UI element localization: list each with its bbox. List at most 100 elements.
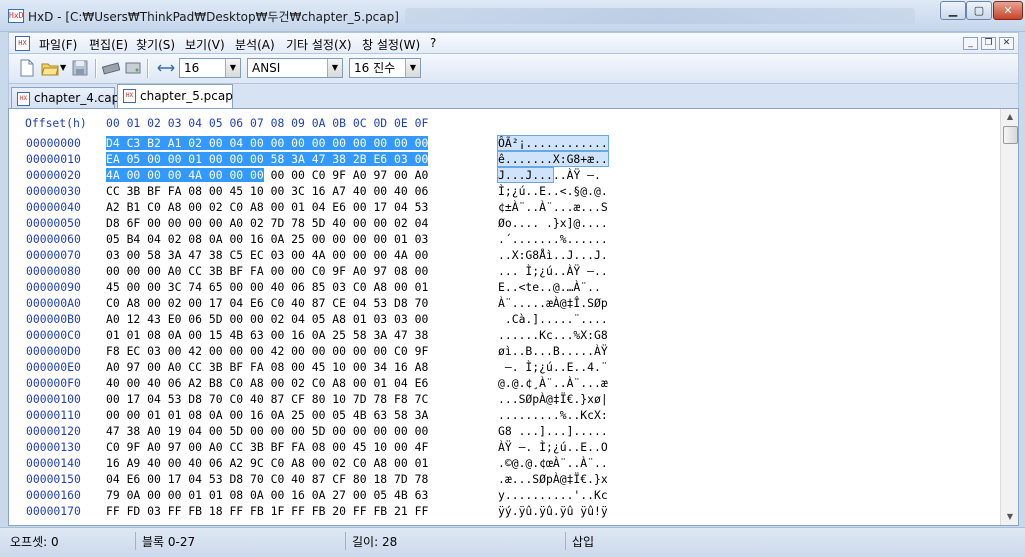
menu-view[interactable]: 보기(V) (185, 36, 225, 53)
row-ascii[interactable]: ... Ì;¿ú..ÀŸ —.. (498, 263, 608, 279)
bytes-per-row-select[interactable]: 16 ▼ (179, 58, 241, 78)
tab-label: chapter_5.pcap (140, 89, 233, 103)
scroll-down-icon[interactable]: ▼ (1001, 509, 1018, 525)
row-hex-bytes[interactable]: D8 6F 00 00 00 00 A0 02 7D 78 5D 40 00 0… (106, 215, 428, 231)
charset-select[interactable]: ANSI ▼ (247, 58, 343, 78)
row-offset: 00000160 (26, 488, 81, 502)
menu-extras[interactable]: 기타 설정(X) (286, 36, 352, 53)
row-offset: 00000130 (26, 440, 81, 454)
row-ascii[interactable]: ÿý.ÿû.ÿû.ÿû ÿû!ÿ (498, 503, 608, 519)
mdi-close-button[interactable]: ✕ (999, 37, 1014, 50)
row-ascii[interactable]: Øo.... .}x]@.... (498, 215, 608, 231)
row-ascii[interactable]: ÀŸ —. Ì;¿ú..E..O (498, 439, 608, 455)
save-icon[interactable] (72, 59, 88, 77)
open-dropdown-arrow-icon[interactable]: ▼ (60, 59, 66, 77)
menu-window[interactable]: 창 설정(W) (362, 36, 420, 53)
row-hex-bytes[interactable]: 45 00 00 3C 74 65 00 00 40 06 85 03 C0 A… (106, 279, 428, 295)
row-ascii[interactable]: —. Ì;¿ú..E..4.¨ (498, 359, 608, 375)
close-button[interactable]: ✕ (993, 1, 1023, 20)
row-ascii[interactable]: G8 ...]...]..... (498, 423, 608, 439)
document-icon[interactable]: HX (15, 36, 30, 51)
row-ascii[interactable]: y..........'..Kc (498, 487, 608, 503)
row-hex-bytes[interactable]: EA 05 00 00 01 00 00 00 58 3A 47 38 2B E… (106, 151, 429, 167)
row-ascii[interactable]: .©@.@.¢œÀ¨..À¨.. (498, 455, 608, 471)
row-ascii[interactable]: .´.......%...... (498, 231, 608, 247)
row-ascii[interactable]: ..X:G8Åì..J...J. (498, 247, 608, 263)
row-ascii[interactable]: @.@.¢¸À¨..À¨...æ (498, 375, 608, 391)
row-hex-bytes[interactable]: 79 0A 00 00 01 01 08 0A 00 16 0A 27 00 0… (106, 487, 428, 503)
row-hex-bytes[interactable]: 05 B4 04 02 08 0A 00 16 0A 25 00 00 00 0… (106, 231, 428, 247)
menu-edit[interactable]: 편집(E) (89, 36, 128, 53)
row-hex-bytes[interactable]: F8 EC 03 00 42 00 00 00 42 00 00 00 00 0… (106, 343, 428, 359)
row-hex-bytes[interactable]: A0 12 43 E0 06 5D 00 00 02 04 05 A8 01 0… (106, 311, 428, 327)
offset-base-select[interactable]: 16 진수 ▼ (349, 58, 421, 78)
row-offset: 00000120 (26, 424, 81, 438)
scroll-up-icon[interactable]: ▲ (1001, 109, 1018, 125)
row-offset: 00000100 (26, 392, 81, 406)
document-icon: HX (17, 92, 30, 106)
toolbar: ▼ 16 ▼ ANSI ▼ 16 진수 ▼ (8, 54, 1019, 84)
row-ascii[interactable]: E..<te..@.…À¨.. (498, 279, 601, 295)
column-header: 00 01 02 03 04 05 06 07 08 09 0A 0B 0C 0… (106, 116, 429, 130)
row-hex-bytes[interactable]: 4A 00 00 00 4A 00 00 00 00 00 C0 9F A0 9… (106, 167, 428, 183)
row-hex-bytes[interactable]: 01 01 08 0A 00 15 4B 63 00 16 0A 25 58 3… (106, 327, 428, 343)
row-offset: 00000010 (26, 152, 81, 166)
row-hex-bytes[interactable]: 40 00 40 06 A2 B8 C0 A8 00 02 C0 A8 00 0… (106, 375, 428, 391)
row-hex-bytes[interactable]: 04 E6 00 17 04 53 D8 70 C0 40 87 CF 80 1… (106, 471, 428, 487)
row-offset: 00000060 (26, 232, 81, 246)
row-hex-bytes[interactable]: A2 B1 C0 A8 00 02 C0 A8 00 01 04 E6 00 1… (106, 199, 428, 215)
row-hex-bytes[interactable]: C0 9F A0 97 00 A0 CC 3B BF FA 08 00 45 1… (106, 439, 428, 455)
toolbar-separator (95, 59, 97, 78)
tab-chapter-5[interactable]: HX chapter_5.pcap (117, 84, 233, 108)
row-hex-bytes[interactable]: A0 97 00 A0 CC 3B BF FA 08 00 45 10 00 3… (106, 359, 428, 375)
bytes-per-row-value: 16 (184, 61, 200, 75)
maximize-button[interactable]: ▢ (966, 1, 992, 20)
open-file-icon[interactable] (41, 59, 59, 77)
row-hex-bytes[interactable]: 16 A9 40 00 40 06 A2 9C C0 A8 00 02 C0 A… (106, 455, 428, 471)
row-hex-bytes[interactable]: D4 C3 B2 A1 02 00 04 00 00 00 00 00 00 0… (106, 135, 429, 151)
title-bar: HxD HxD - [C:₩Users₩ThinkPad₩Desktop₩두건₩… (0, 0, 1025, 32)
tab-chapter-4[interactable]: HX chapter_4.cap (11, 87, 119, 108)
disk-icon[interactable] (124, 59, 142, 77)
vertical-scrollbar[interactable]: ▲ ▼ (1000, 109, 1018, 525)
minimize-button[interactable]: ▁ (940, 1, 966, 20)
tab-label: chapter_4.cap (34, 91, 120, 105)
row-offset: 000000A0 (26, 296, 81, 310)
row-ascii[interactable]: À¨.....æÀ@‡Î.SØp (498, 295, 608, 311)
window-title: HxD - [C:₩Users₩ThinkPad₩Desktop₩두건₩chap… (28, 10, 399, 24)
row-hex-bytes[interactable]: FF FD 03 FF FB 18 FF FB 1F FF FB 20 FF F… (106, 503, 428, 519)
row-hex-bytes[interactable]: 03 00 58 3A 47 38 C5 EC 03 00 4A 00 00 0… (106, 247, 428, 263)
scrollbar-thumb[interactable] (1003, 126, 1018, 144)
menu-analysis[interactable]: 분석(A) (235, 36, 275, 53)
row-ascii[interactable]: ¢±À¨..À¨...æ...S (498, 199, 608, 215)
row-hex-bytes[interactable]: C0 A8 00 02 00 17 04 E6 C0 40 87 CE 04 5… (106, 295, 428, 311)
ram-icon[interactable] (102, 59, 120, 77)
menu-help[interactable]: ? (430, 36, 436, 50)
row-hex-bytes[interactable]: 00 00 01 01 08 0A 00 16 0A 25 00 05 4B 6… (106, 407, 428, 423)
row-ascii[interactable]: J...J.....ÀŸ —. (497, 167, 601, 183)
document-tab-strip: HX chapter_4.cap HX chapter_5.pcap (8, 84, 1019, 108)
row-ascii[interactable]: .æ...SØpÀ@‡Ï€.}x (498, 471, 608, 487)
menu-search[interactable]: 찾기(S) (136, 36, 175, 53)
row-ascii[interactable]: ......Kc...%X:G8 (498, 327, 608, 343)
row-ascii[interactable]: ...SØpÀ@‡Ï€.}xø| (498, 391, 608, 407)
row-hex-bytes[interactable]: 47 38 A0 19 04 00 5D 00 00 00 5D 00 00 0… (106, 423, 428, 439)
mdi-restore-button[interactable]: ❐ (981, 37, 996, 50)
hex-editor[interactable]: Offset(h) 00 01 02 03 04 05 06 07 08 09 … (8, 108, 1019, 526)
row-ascii[interactable]: øì..B...B.....ÀŸ (498, 343, 608, 359)
mdi-minimize-button[interactable]: _ (963, 37, 978, 50)
new-file-icon[interactable] (19, 59, 35, 77)
row-ascii[interactable]: ê.......X:G8+æ.. (497, 151, 609, 167)
row-ascii[interactable]: ÔÃ²¡............ (497, 135, 609, 151)
row-hex-bytes[interactable]: CC 3B BF FA 08 00 45 10 00 3C 16 A7 40 0… (106, 183, 428, 199)
row-offset: 00000150 (26, 472, 81, 486)
row-offset: 00000110 (26, 408, 81, 422)
row-hex-bytes[interactable]: 00 17 04 53 D8 70 C0 40 87 CF 80 10 7D 7… (106, 391, 428, 407)
row-offset: 00000040 (26, 200, 81, 214)
menu-file[interactable]: 파일(F) (39, 36, 77, 53)
row-ascii[interactable]: .Cà.].....¨.... (498, 311, 608, 327)
row-ascii[interactable]: Ì;¿ú..E..<.§@.@. (498, 183, 608, 199)
row-ascii[interactable]: .........%..KcX: (498, 407, 608, 423)
hxd-app-icon[interactable]: HxD (8, 9, 24, 23)
row-hex-bytes[interactable]: 00 00 00 A0 CC 3B BF FA 00 00 C0 9F A0 9… (106, 263, 428, 279)
